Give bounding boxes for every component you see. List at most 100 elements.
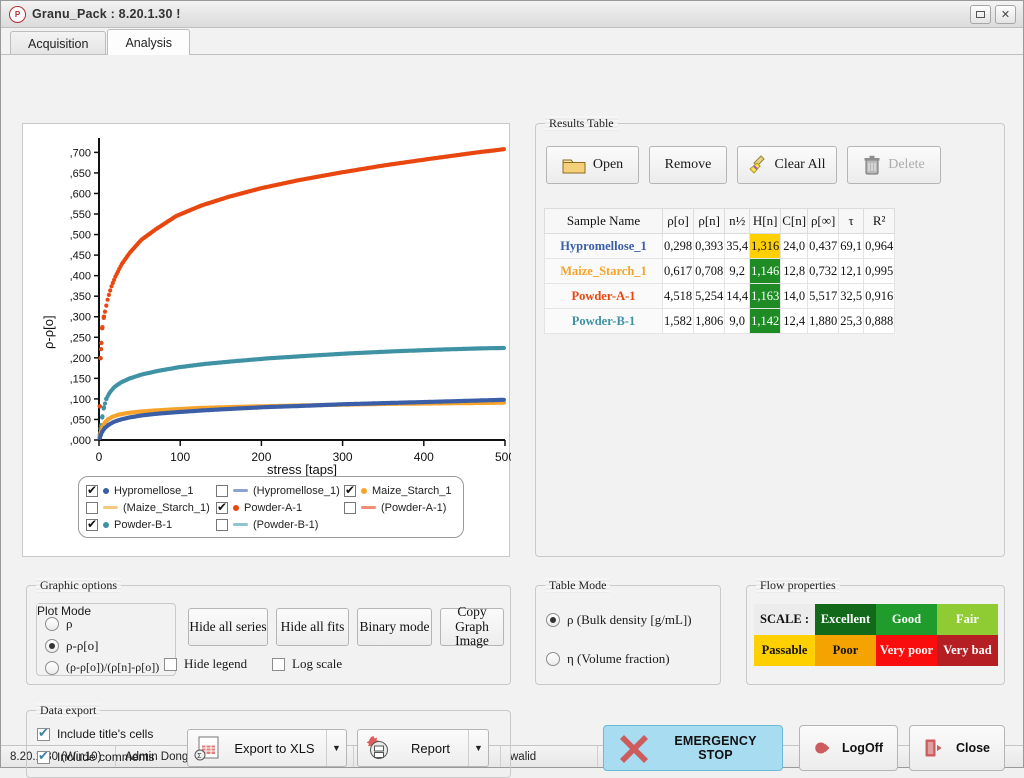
table-cell[interactable]: 0,732 <box>808 259 839 284</box>
table-cell[interactable]: 14,0 <box>781 284 808 309</box>
table-cell[interactable]: 0,708 <box>694 259 725 284</box>
log-scale-option[interactable]: Log scale <box>272 656 342 672</box>
table-cell[interactable]: 1,880 <box>808 309 839 334</box>
table-cell[interactable]: 5,254 <box>694 284 725 309</box>
checkbox-icon[interactable] <box>37 728 50 741</box>
table-cell[interactable]: 1,163 <box>750 284 781 309</box>
table-cell[interactable]: 0,888 <box>864 309 895 334</box>
radio-icon[interactable] <box>45 639 59 653</box>
plot-mode-option-rho[interactable]: ρ <box>45 616 73 632</box>
sample-name-cell[interactable]: Maize_Starch_1 <box>545 259 663 284</box>
sample-name-cell[interactable]: Powder-B-1 <box>545 309 663 334</box>
logoff-button[interactable]: LogOff <box>799 725 898 771</box>
table-mode-option-bulk-density[interactable]: ρ (Bulk density [g/mL]) <box>546 612 692 628</box>
table-cell[interactable]: 25,3 <box>839 309 864 334</box>
tab-analysis[interactable]: Analysis <box>107 29 190 55</box>
column-header[interactable]: ρ[n] <box>694 209 725 234</box>
table-cell[interactable]: 1,806 <box>694 309 725 334</box>
tab-acquisition[interactable]: Acquisition <box>10 31 106 55</box>
sample-name-cell[interactable]: Hypromellose_1 <box>545 234 663 259</box>
column-header[interactable]: τ <box>839 209 864 234</box>
plot-mode-option-normalized[interactable]: (ρ-ρ[o])/(ρ[n]-ρ[o]) <box>45 660 159 675</box>
table-cell[interactable]: 12,4 <box>781 309 808 334</box>
table-mode-option-volume-fraction[interactable]: η (Volume fraction) <box>546 651 670 667</box>
hide-legend-option[interactable]: Hide legend <box>164 656 247 672</box>
table-cell[interactable]: 35,4 <box>725 234 750 259</box>
checkbox-icon[interactable] <box>164 658 177 671</box>
table-cell[interactable]: 69,1 <box>839 234 864 259</box>
column-header[interactable]: ρ[∞] <box>808 209 839 234</box>
table-cell[interactable]: 1,582 <box>663 309 694 334</box>
radio-icon[interactable] <box>546 613 560 627</box>
sample-name-cell[interactable]: Powder-A-1 <box>545 284 663 309</box>
chart-legend[interactable]: Hypromellose_1 (Hypromellose_1) Maize_St… <box>78 476 464 538</box>
table-cell[interactable]: 0,964 <box>864 234 895 259</box>
table-cell[interactable]: 32,5 <box>839 284 864 309</box>
table-row[interactable]: Powder-B-11,5821,8069,01,14212,41,88025,… <box>545 309 895 334</box>
plot-mode-option-rho-diff[interactable]: ρ-ρ[o] <box>45 638 98 654</box>
hide-all-fits-button[interactable]: Hide all fits <box>276 608 349 646</box>
table-cell[interactable]: 1,146 <box>750 259 781 284</box>
radio-icon[interactable] <box>45 617 59 631</box>
table-cell[interactable]: 12,8 <box>781 259 808 284</box>
table-cell[interactable]: 9,2 <box>725 259 750 284</box>
checkbox-icon[interactable] <box>272 658 285 671</box>
radio-icon[interactable] <box>45 661 59 675</box>
binary-mode-button[interactable]: Binary mode <box>357 608 432 646</box>
report-button[interactable]: Report ▼ <box>357 729 489 767</box>
column-header[interactable]: ρ[o] <box>663 209 694 234</box>
include-comments-option[interactable]: Include comments <box>37 750 154 764</box>
export-to-xls-button[interactable]: Σ Export to XLS ▼ <box>187 729 347 767</box>
scatter-plot[interactable]: ,000,050,100,150,200,250,300,350,400,450… <box>23 124 511 484</box>
table-cell[interactable]: 5,517 <box>808 284 839 309</box>
copy-graph-image-button[interactable]: Copy Graph Image <box>440 608 504 646</box>
table-cell[interactable]: 0,437 <box>808 234 839 259</box>
legend-checkbox[interactable] <box>344 485 356 497</box>
table-cell[interactable]: 4,518 <box>663 284 694 309</box>
hide-all-series-button[interactable]: Hide all series <box>188 608 268 646</box>
column-header[interactable]: Sample Name <box>545 209 663 234</box>
legend-checkbox[interactable] <box>86 519 98 531</box>
column-header[interactable]: n½ <box>725 209 750 234</box>
table-cell[interactable]: 0,298 <box>663 234 694 259</box>
table-cell[interactable]: 1,142 <box>750 309 781 334</box>
maximize-button[interactable] <box>970 5 991 24</box>
y-tick-label: ,450 <box>70 250 91 262</box>
report-dropdown-arrow[interactable]: ▼ <box>468 730 488 766</box>
radio-icon[interactable] <box>546 652 560 666</box>
table-cell[interactable]: 12,1 <box>839 259 864 284</box>
checkbox-icon[interactable] <box>37 751 50 764</box>
table-cell[interactable]: 9,0 <box>725 309 750 334</box>
graphic-options-group: Graphic options Plot Mode ρ ρ-ρ[o] (ρ-ρ[… <box>26 585 511 685</box>
table-row[interactable]: Maize_Starch_10,6170,7089,21,14612,80,73… <box>545 259 895 284</box>
table-cell[interactable]: 0,393 <box>694 234 725 259</box>
table-cell[interactable]: 1,316 <box>750 234 781 259</box>
close-app-button[interactable]: Close <box>909 725 1005 771</box>
legend-checkbox[interactable] <box>216 502 228 514</box>
table-cell[interactable]: 24,0 <box>781 234 808 259</box>
table-cell[interactable]: 0,995 <box>864 259 895 284</box>
delete-button[interactable]: Delete <box>847 146 941 184</box>
legend-checkbox[interactable] <box>344 502 356 514</box>
column-header[interactable]: R² <box>864 209 895 234</box>
legend-checkbox[interactable] <box>216 485 228 497</box>
table-row[interactable]: Powder-A-14,5185,25414,41,16314,05,51732… <box>545 284 895 309</box>
emergency-stop-button[interactable]: EMERGENCY STOP <box>603 725 783 771</box>
open-button[interactable]: Open <box>546 146 639 184</box>
table-cell[interactable]: 0,617 <box>663 259 694 284</box>
clear-all-button[interactable]: Clear All <box>737 146 837 184</box>
column-header[interactable]: H[n] <box>750 209 781 234</box>
legend-checkbox[interactable] <box>86 502 98 514</box>
table-cell[interactable]: 0,916 <box>864 284 895 309</box>
export-dropdown-arrow[interactable]: ▼ <box>326 730 346 766</box>
close-window-button[interactable]: ✕ <box>995 5 1016 24</box>
table-cell[interactable]: 14,4 <box>725 284 750 309</box>
results-table[interactable]: Sample Nameρ[o]ρ[n]n½H[n]C[n]ρ[∞]τR² Hyp… <box>544 208 895 334</box>
column-header[interactable]: C[n] <box>781 209 808 234</box>
table-row[interactable]: Hypromellose_10,2980,39335,41,31624,00,4… <box>545 234 895 259</box>
include-titles-option[interactable]: Include title's cells <box>37 727 153 741</box>
folder-icon <box>562 156 586 175</box>
legend-checkbox[interactable] <box>216 519 228 531</box>
legend-checkbox[interactable] <box>86 485 98 497</box>
remove-button[interactable]: Remove <box>649 146 727 184</box>
